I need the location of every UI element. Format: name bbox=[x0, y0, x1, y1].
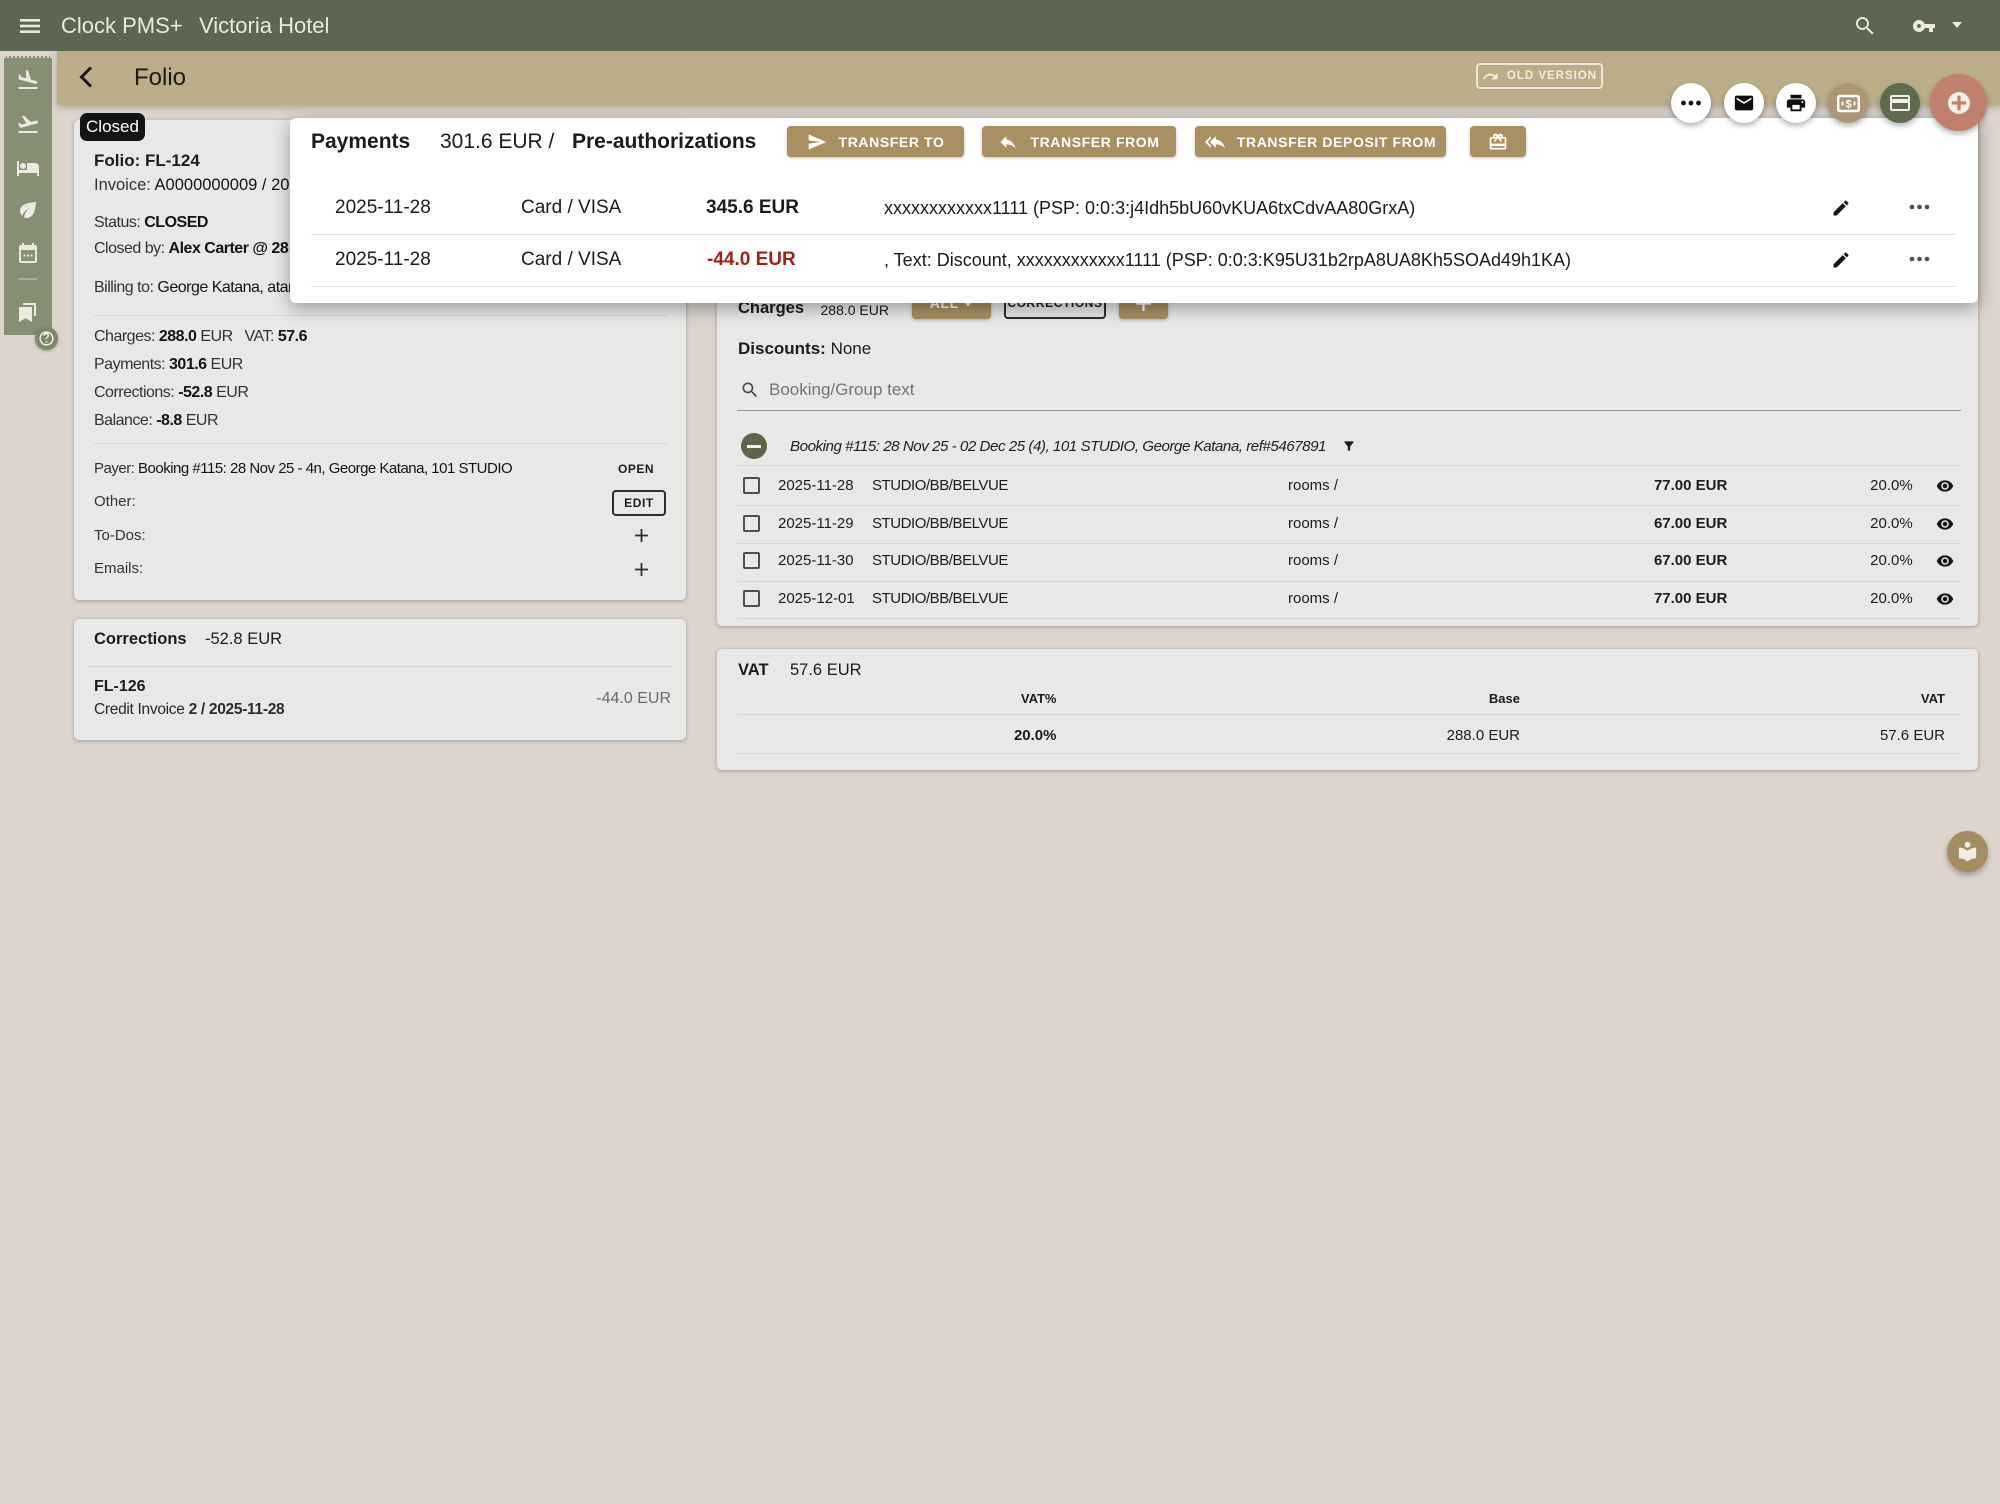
svg-text:$: $ bbox=[1845, 98, 1851, 110]
